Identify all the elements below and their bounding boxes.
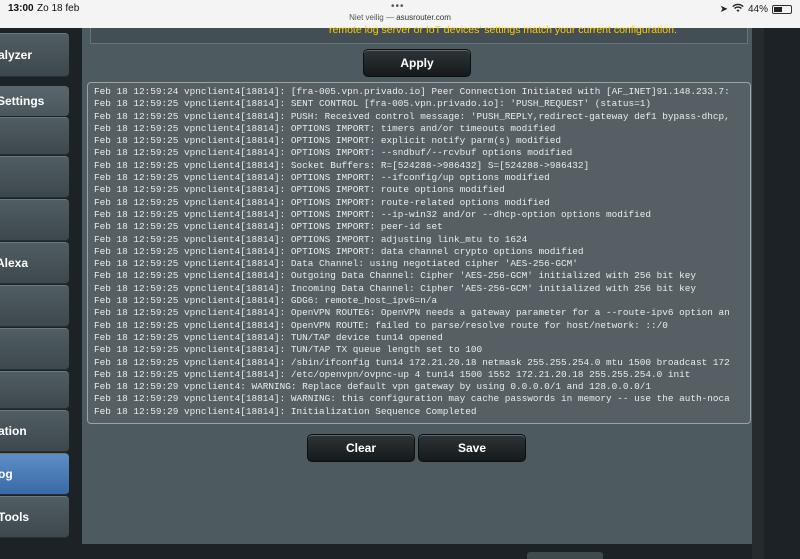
sidebar-item-alexa[interactable]: Alexa <box>0 242 69 284</box>
log-line: Feb 18 12:59:25 vpnclient4[18814]: OPTIO… <box>94 233 528 245</box>
battery-level <box>774 7 782 12</box>
sidebar-item-2[interactable] <box>0 156 69 198</box>
warning-message: remote log server or IoT devices' settin… <box>329 24 677 36</box>
location-arrow-icon: ➤ <box>719 4 728 15</box>
log-line: Feb 18 12:59:29 vpnclient4[18814]: WARNI… <box>94 393 730 405</box>
wifi-icon <box>732 3 744 16</box>
sidebar-item-system-log[interactable]: og <box>0 453 69 495</box>
sidebar-item-label: Tools <box>0 510 30 524</box>
log-line: Feb 18 12:59:24 vpnclient4[18814]: [fra-… <box>94 86 730 97</box>
log-line: Feb 18 12:59:25 vpnclient4[18814]: Outgo… <box>94 270 696 282</box>
bottom-tab <box>527 552 603 559</box>
sidebar-section-settings[interactable]: Settings <box>0 86 69 116</box>
log-line: Feb 18 12:59:25 vpnclient4[18814]: PUSH:… <box>94 110 730 122</box>
sidebar-item-3[interactable] <box>0 199 69 241</box>
sidebar-item-label: alyzer <box>0 48 33 62</box>
log-line: Feb 18 12:59:25 vpnclient4[18814]: Socke… <box>94 159 590 171</box>
url-host: asusrouter.com <box>396 13 451 22</box>
url-separator: — <box>383 13 397 22</box>
log-line: Feb 18 12:59:25 vpnclient4[18814]: OPTIO… <box>94 147 573 159</box>
right-edge <box>752 28 764 559</box>
sidebar-section-label: Settings <box>0 94 45 108</box>
log-line: Feb 18 12:59:25 vpnclient4[18814]: /sbin… <box>94 356 730 368</box>
log-line: Feb 18 12:59:25 vpnclient4[18814]: OPTIO… <box>94 184 505 196</box>
sidebar: alyzer Settings Alexa ation og Tools <box>0 28 70 559</box>
log-line: Feb 18 12:59:25 vpnclient4[18814]: OPTIO… <box>94 172 550 184</box>
system-log-textarea[interactable]: Feb 18 12:59:24 vpnclient4[18814]: [fra-… <box>87 82 751 424</box>
log-line: Feb 18 12:59:25 vpnclient4[18814]: OpenV… <box>94 307 730 319</box>
log-line: Feb 18 12:59:25 vpnclient4[18814]: OPTIO… <box>94 196 550 208</box>
sidebar-item-network-tools[interactable]: Tools <box>0 496 69 538</box>
battery-icon <box>772 5 792 14</box>
sidebar-item-label: ation <box>0 424 27 438</box>
address-bar[interactable]: Niet veilig — asusrouter.com <box>0 13 800 22</box>
log-line: Feb 18 12:59:25 vpnclient4[18814]: TUN/T… <box>94 344 483 356</box>
log-line: Feb 18 12:59:25 vpnclient4[18814]: /etc/… <box>94 368 691 380</box>
log-line: Feb 18 12:59:29 vpnclient4[18814]: Initi… <box>94 405 477 417</box>
sidebar-item-analyzer[interactable]: alyzer <box>0 33 69 77</box>
sidebar-item-6[interactable] <box>0 371 69 409</box>
settings-box: remote log server or IoT devices' settin… <box>90 24 748 44</box>
log-line: Feb 18 12:59:25 vpnclient4[18814]: Incom… <box>94 282 696 294</box>
sidebar-item-label: og <box>0 467 13 481</box>
sidebar-item-5[interactable] <box>0 328 69 370</box>
log-line: Feb 18 12:59:25 vpnclient4[18814]: OPTIO… <box>94 122 556 134</box>
clear-button[interactable]: Clear <box>307 434 415 462</box>
log-line: Feb 18 12:59:25 vpnclient4[18814]: OPTIO… <box>94 245 584 257</box>
sidebar-item-1[interactable] <box>0 117 69 155</box>
apply-button[interactable]: Apply <box>363 49 471 77</box>
log-line: Feb 18 12:59:25 vpnclient4[18814]: OpenV… <box>94 319 668 331</box>
log-line: Feb 18 12:59:29 vpnclient4: WARNING: Rep… <box>94 381 651 393</box>
save-button[interactable]: Save <box>418 434 526 462</box>
battery-percent: 44% <box>747 4 768 15</box>
log-line: Feb 18 12:59:25 vpnclient4[18814]: GDG6:… <box>94 295 438 307</box>
sidebar-item-label: Alexa <box>0 256 29 270</box>
log-line: Feb 18 12:59:25 vpnclient4[18814]: SENT … <box>94 98 651 110</box>
log-line: Feb 18 12:59:25 vpnclient4[18814]: TUN/T… <box>94 331 443 343</box>
log-line: Feb 18 12:59:25 vpnclient4[18814]: OPTIO… <box>94 221 443 233</box>
log-line: Feb 18 12:59:25 vpnclient4[18814]: OPTIO… <box>94 208 651 220</box>
main-panel: remote log server or IoT devices' settin… <box>82 24 752 544</box>
log-line: Feb 18 12:59:25 vpnclient4[18814]: Data … <box>94 258 578 270</box>
status-icons: ➤ 44% <box>720 3 792 16</box>
sidebar-item-4[interactable] <box>0 285 69 327</box>
more-dots-icon[interactable]: ••• <box>391 1 405 12</box>
log-content: Feb 18 12:59:24 vpnclient4[18814]: [fra-… <box>94 86 750 418</box>
sidebar-item-administration[interactable]: ation <box>0 410 69 452</box>
security-warning: Niet veilig <box>349 13 384 22</box>
log-line: Feb 18 12:59:25 vpnclient4[18814]: OPTIO… <box>94 135 561 147</box>
